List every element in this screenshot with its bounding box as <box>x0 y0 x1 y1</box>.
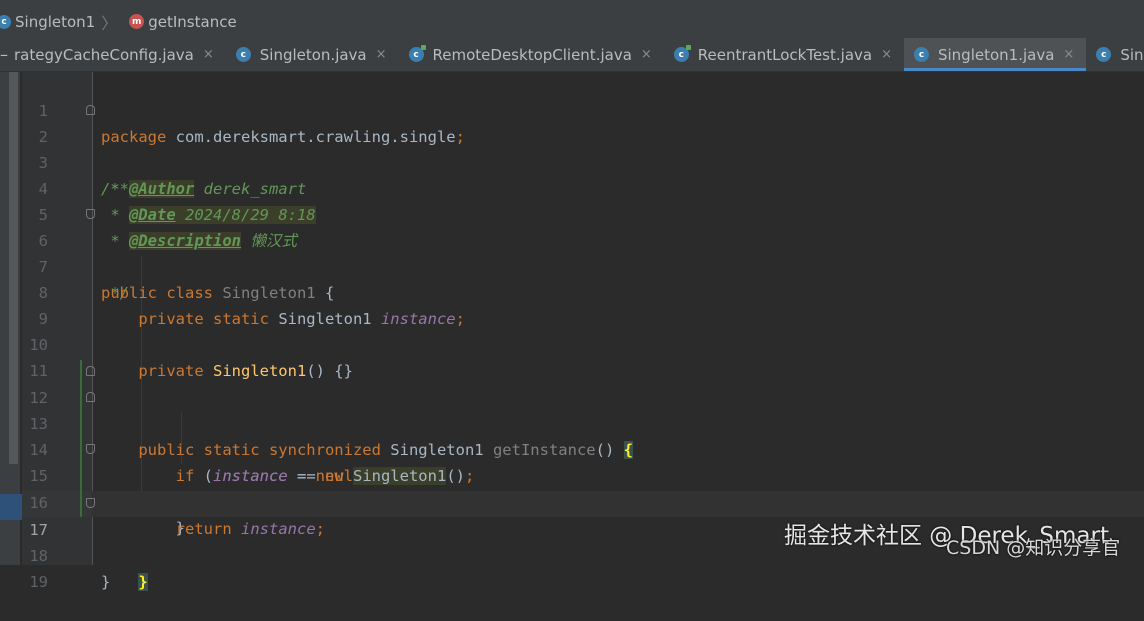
tab-label: Singleton.java <box>259 45 367 64</box>
tab-strategy-cache-config[interactable]: rategyCacheConfig.java × <box>14 38 226 71</box>
class-icon: c <box>913 47 929 62</box>
breadcrumb-method[interactable]: getInstance <box>148 13 236 31</box>
code-line: 8 private static Singleton1 instance; <box>0 254 1144 328</box>
tab-remote-desktop-client[interactable]: c RemoteDesktopClient.java × <box>399 38 664 71</box>
code-line: 2 /** <box>0 98 1144 198</box>
close-icon[interactable]: × <box>641 47 652 62</box>
fold-icon[interactable] <box>86 392 95 402</box>
code-editor[interactable]: 1 package com.dereksmart.crawling.single… <box>0 72 1144 591</box>
watermark-csdn: CSDN @知识分享官 <box>946 537 1121 559</box>
code-line: 4 * @Date 2024/8/29 8:18 <box>0 150 1144 224</box>
chevron-right-icon: 〉 <box>101 13 118 33</box>
tab-label: rategyCacheConfig.java <box>14 45 194 64</box>
code-line: 1 package com.dereksmart.crawling.single… <box>0 72 1144 146</box>
code-line: 14 instance = new Singleton1(); <box>0 411 1144 485</box>
tab-overflow-icon[interactable]: – <box>0 38 14 71</box>
tab-label: Singleton1.java <box>937 45 1055 64</box>
code-line: 11 <box>0 332 1144 380</box>
code-text[interactable]: } <box>101 569 110 595</box>
tab-singleton[interactable]: c Singleton.java × <box>226 38 399 71</box>
tab-label: Singleto <box>1120 45 1144 64</box>
code-line: 15 } <box>0 437 1144 537</box>
class-icon: c <box>235 47 251 62</box>
fold-icon[interactable] <box>86 105 95 115</box>
close-icon[interactable]: × <box>881 47 892 62</box>
editor-tabs: – rategyCacheConfig.java × c Singleton.j… <box>0 38 1144 72</box>
class-icon: c <box>1096 47 1112 62</box>
runnable-class-icon: c <box>408 45 426 62</box>
code-line: 9 <box>0 280 1144 328</box>
runnable-class-icon: c <box>673 45 691 62</box>
code-line: 3 * @Author derek_smart <box>0 124 1144 198</box>
tab-label: RemoteDesktopClient.java <box>432 45 632 64</box>
code-line: 16 return instance; <box>0 464 1144 538</box>
code-line: 10 private Singleton1() {} <box>0 306 1144 380</box>
code-line: 6 */ <box>0 202 1144 302</box>
code-line: 13 if (instance == null) { <box>0 385 1144 485</box>
fold-icon[interactable] <box>86 209 95 219</box>
code-line: 17 } <box>0 491 1144 591</box>
close-icon[interactable]: × <box>376 47 387 62</box>
close-icon[interactable]: × <box>203 47 214 62</box>
fold-icon[interactable] <box>86 498 95 508</box>
fold-icon[interactable] <box>86 366 95 376</box>
line-number: 19 <box>29 573 48 591</box>
tab-label: ReentrantLockTest.java <box>697 45 873 64</box>
code-line: 12 public static synchronized Singleton1… <box>0 359 1144 459</box>
close-icon[interactable]: × <box>1063 47 1074 62</box>
tab-singleton-truncated[interactable]: c Singleto <box>1086 38 1144 71</box>
class-icon: c <box>0 14 11 29</box>
code-line: 7 public class Singleton1 { <box>0 228 1144 302</box>
tab-reentrant-lock-test[interactable]: c ReentrantLockTest.java × <box>664 38 904 71</box>
method-icon: m <box>129 14 145 29</box>
breadcrumb-class[interactable]: Singleton1 <box>15 13 95 31</box>
code-line: 5 * @Description 懒汉式 <box>0 176 1144 250</box>
tab-singleton1[interactable]: c Singleton1.java × <box>903 38 1087 71</box>
fold-icon[interactable] <box>86 444 95 454</box>
